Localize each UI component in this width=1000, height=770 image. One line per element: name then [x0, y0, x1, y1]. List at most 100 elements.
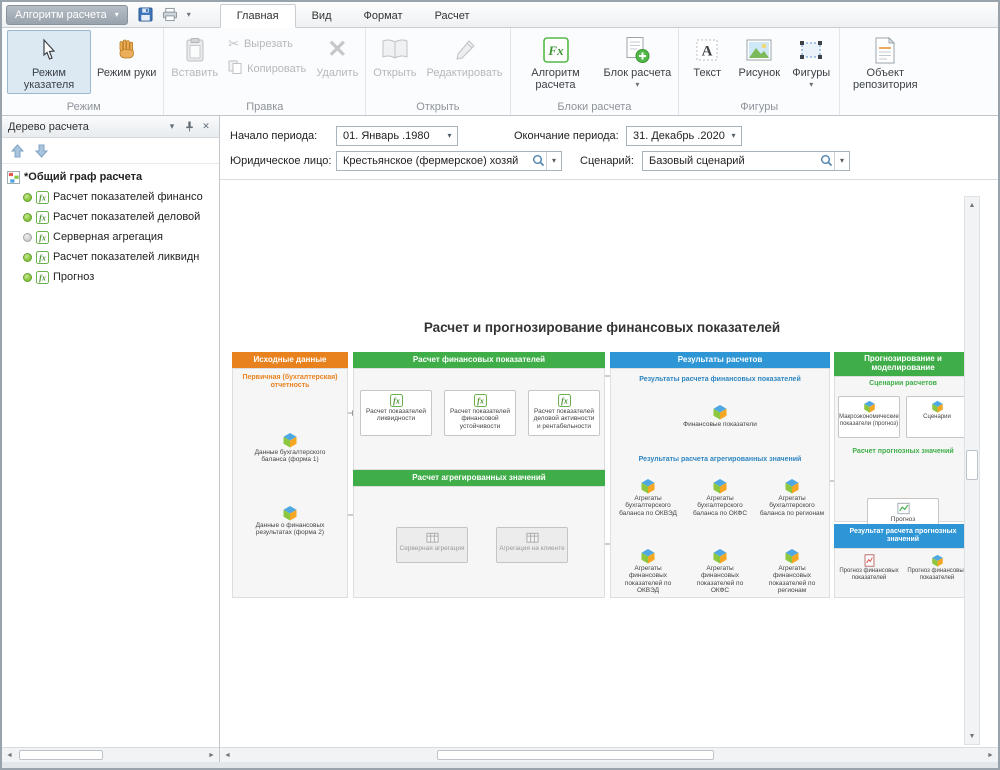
- aggregation-header[interactable]: Расчет агрегированных значений: [353, 470, 605, 486]
- move-up-button[interactable]: [7, 141, 27, 161]
- scroll-left-icon[interactable]: ◄: [2, 748, 17, 763]
- calc-column-header[interactable]: Расчет финансовых показателей: [353, 352, 605, 368]
- open-button[interactable]: Открыть: [369, 30, 420, 81]
- calc-tree-panel: Дерево расчета ▾ ✕ *Общий граф: [2, 116, 220, 762]
- panel-menu-icon[interactable]: ▾: [165, 120, 179, 134]
- vscroll-thumb[interactable]: [966, 450, 978, 480]
- result-fin-okfs[interactable]: Агрегаты финансовых показателей по ОКФС: [687, 548, 753, 594]
- search-icon[interactable]: [530, 154, 546, 167]
- fx-node-liquidity[interactable]: Расчет показателей ликвидности: [360, 390, 432, 436]
- scroll-right-icon[interactable]: ►: [983, 748, 998, 763]
- tab-view[interactable]: Вид: [296, 5, 348, 27]
- qat-dropdown-button[interactable]: ▾: [184, 10, 194, 19]
- forecast-result-header[interactable]: Результат расчета прогнозных значений: [834, 524, 972, 548]
- period-start-combo[interactable]: 01. Январь .1980 ▾: [336, 126, 458, 146]
- result-forecast-1[interactable]: Прогноз финансовых показателей: [838, 554, 900, 581]
- calc-graph-icon: [7, 171, 20, 184]
- tree-item-root[interactable]: *Общий граф расчета: [2, 167, 219, 187]
- tab-format[interactable]: Формат: [348, 5, 419, 27]
- chevron-down-icon[interactable]: ▾: [442, 127, 457, 145]
- source-column-header[interactable]: Исходные данные: [232, 352, 348, 368]
- svg-text:A: A: [702, 44, 713, 60]
- legal-entity-combo[interactable]: Крестьянское (фермерское) хозяй ▾: [336, 151, 562, 171]
- picture-icon: [746, 35, 772, 65]
- fx-algorithm-icon: Fx: [543, 35, 569, 65]
- calc-block-button[interactable]: Блок расчета ▾: [600, 30, 676, 91]
- figures-button[interactable]: Фигуры ▾: [786, 30, 836, 91]
- hand-mode-button[interactable]: Режим руки: [93, 30, 160, 81]
- diagram-canvas[interactable]: Расчет и прогнозирование финансовых пока…: [220, 180, 998, 747]
- node-fin-results-form2[interactable]: Данные о финансовых результатах (форма 2…: [254, 505, 326, 537]
- vscroll-track[interactable]: [965, 213, 979, 728]
- header-label: Расчет агрегированных значений: [412, 474, 545, 483]
- chevron-down-icon[interactable]: ▾: [834, 152, 849, 170]
- tree-scroll-track[interactable]: [17, 748, 204, 762]
- pin-icon[interactable]: [182, 120, 196, 134]
- app-menu-button[interactable]: Алгоритм расчета ▾: [6, 5, 128, 25]
- tab-home[interactable]: Главная: [220, 4, 296, 28]
- scen-node-scenarios[interactable]: Сценарии: [906, 396, 968, 438]
- tree-horizontal-scrollbar[interactable]: ◄ ►: [2, 747, 219, 762]
- tree-item-business-indicators[interactable]: Расчет показателей деловой: [2, 207, 219, 227]
- fx-icon: [474, 394, 487, 407]
- hscroll-thumb[interactable]: [437, 750, 714, 760]
- print-button[interactable]: [160, 5, 180, 25]
- chevron-down-icon[interactable]: ▾: [726, 127, 741, 145]
- node-caption: Финансовые показатели: [683, 421, 757, 428]
- search-icon[interactable]: [818, 154, 834, 167]
- cut-button[interactable]: ✂ Вырезать: [224, 34, 310, 54]
- ribbon-group-open: Открыть Редактировать Открыть: [366, 28, 510, 115]
- scen-node-macro[interactable]: Макроэкономические показатели (прогноз): [838, 396, 900, 438]
- period-end-combo[interactable]: 31. Декабрь .2020 ▾: [626, 126, 742, 146]
- scroll-right-icon[interactable]: ►: [204, 748, 219, 763]
- result-balance-region[interactable]: Агрегаты бухгалтерского баланса по регио…: [759, 478, 825, 517]
- node-fin-indicators[interactable]: Финансовые показатели: [675, 404, 765, 428]
- hscroll-track[interactable]: [235, 748, 983, 762]
- pointer-mode-button[interactable]: Режим указателя: [7, 30, 91, 94]
- status-gray-icon: [23, 233, 32, 242]
- close-icon[interactable]: ✕: [199, 120, 213, 134]
- repository-object-button[interactable]: Объект репозитория: [843, 30, 927, 94]
- result-fin-okved[interactable]: Агрегаты финансовых показателей по ОКВЭД: [615, 548, 681, 594]
- fx-node-stability[interactable]: Расчет показателей финансовой устойчивос…: [444, 390, 516, 436]
- canvas-horizontal-scrollbar[interactable]: ◄ ►: [220, 747, 998, 762]
- tree-item-server-aggregation[interactable]: Серверная агрегация: [2, 227, 219, 247]
- tree-item-liquidity-indicators[interactable]: Расчет показателей ликвидн: [2, 247, 219, 267]
- canvas-vertical-scrollbar[interactable]: ▲ ▼: [964, 196, 980, 745]
- node-caption: Агрегаты бухгалтерского баланса по регио…: [759, 495, 825, 517]
- tree-scroll-thumb[interactable]: [19, 750, 103, 760]
- delete-button[interactable]: ✕ Удалить: [312, 30, 362, 81]
- result-balance-okfs[interactable]: Агрегаты бухгалтерского баланса по ОКФС: [687, 478, 753, 517]
- copy-button[interactable]: Копировать: [224, 58, 310, 79]
- cube-icon: [712, 478, 728, 494]
- scroll-left-icon[interactable]: ◄: [220, 748, 235, 763]
- calc-algorithm-button[interactable]: Fx Алгоритм расчета: [514, 30, 598, 94]
- result-balance-okved[interactable]: Агрегаты бухгалтерского баланса по ОКВЭД: [615, 478, 681, 517]
- edit-object-button[interactable]: Редактировать: [423, 30, 507, 81]
- scenario-combo[interactable]: Базовый сценарий ▾: [642, 151, 850, 171]
- tree-item-fin-indicators[interactable]: Расчет показателей финансо: [2, 187, 219, 207]
- calc-tree: *Общий граф расчета Расчет показателей ф…: [2, 164, 219, 747]
- node-caption: Данные о финансовых результатах (форма 2…: [254, 522, 326, 537]
- result-forecast-2[interactable]: Прогноз финансовых показателей: [906, 554, 968, 581]
- fx-node-activity[interactable]: Расчет показателей деловой активности и …: [528, 390, 600, 436]
- chevron-down-icon[interactable]: ▾: [546, 152, 561, 170]
- picture-button[interactable]: Рисунок: [734, 30, 784, 81]
- agg-node-server[interactable]: Серверная агрегация: [396, 527, 468, 563]
- fx-icon: [390, 394, 403, 407]
- repository-object-icon: [874, 35, 896, 65]
- tree-item-forecast[interactable]: Прогноз: [2, 267, 219, 287]
- paste-button[interactable]: Вставить: [167, 30, 222, 81]
- tab-calculation[interactable]: Расчет: [419, 5, 486, 27]
- result-fin-region[interactable]: Агрегаты финансовых показателей по регио…: [759, 548, 825, 594]
- text-shape-button[interactable]: A Текст: [682, 30, 732, 81]
- forecast-column-header[interactable]: Прогнозирование и моделирование: [834, 352, 972, 376]
- results-column-header[interactable]: Результаты расчетов: [610, 352, 830, 368]
- scroll-up-icon[interactable]: ▲: [965, 197, 979, 213]
- header-label: Результаты расчетов: [678, 356, 763, 365]
- save-button[interactable]: [136, 5, 156, 25]
- agg-node-client[interactable]: Агрегация на клиенте: [496, 527, 568, 563]
- move-down-button[interactable]: [31, 141, 51, 161]
- node-balance-form1[interactable]: Данные бухгалтерского баланса (форма 1): [254, 432, 326, 464]
- scroll-down-icon[interactable]: ▼: [965, 728, 979, 744]
